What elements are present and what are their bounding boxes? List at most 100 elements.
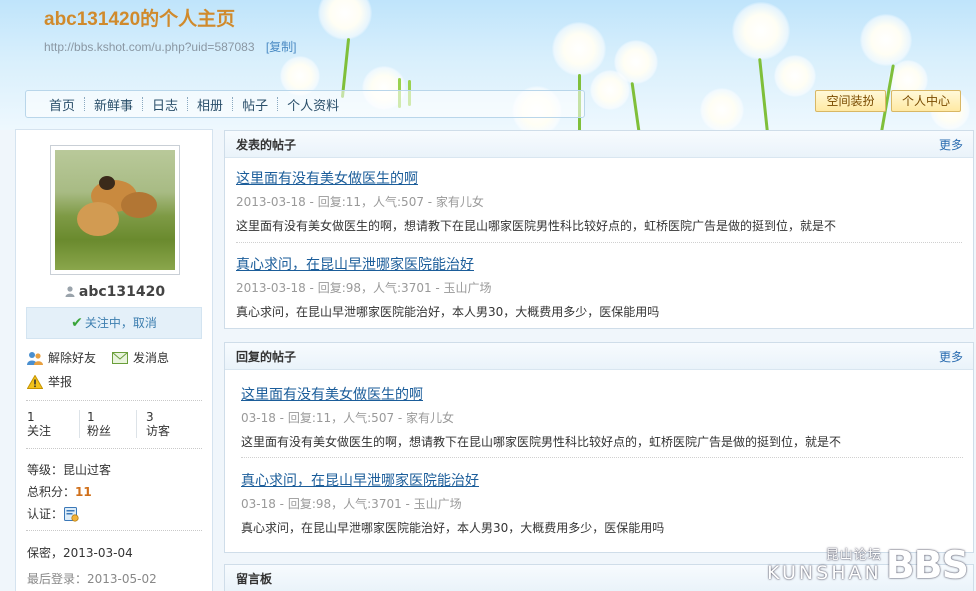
watermark-text: 昆山论坛 KUNSHAN bbox=[767, 544, 882, 583]
post-excerpt: 这里面有没有美女做医生的啊，想请教下在昆山哪家医院男性科比较好点的，虹桥医院广告… bbox=[236, 219, 837, 233]
panel-title: 留言板 bbox=[236, 571, 273, 586]
dandelion-decoration bbox=[774, 55, 816, 97]
divider bbox=[26, 530, 202, 531]
dandelion-decoration bbox=[590, 70, 630, 110]
username-text: abc131420 bbox=[78, 284, 166, 300]
stem-decoration bbox=[758, 58, 769, 130]
main-nav: 首页 新鲜事 日志 相册 帖子 个人资料 bbox=[25, 90, 585, 118]
verify-badge-icon[interactable] bbox=[63, 506, 79, 522]
stat-separator bbox=[136, 410, 137, 438]
stat-label: 关注 bbox=[27, 424, 52, 438]
unfriend-label: 解除好友 bbox=[48, 351, 97, 365]
stat-value: 1 bbox=[87, 410, 95, 424]
follow-status: 关注中 bbox=[84, 316, 121, 330]
panel-title: 回复的帖子 bbox=[236, 349, 297, 364]
level-value: 昆山过客 bbox=[63, 463, 112, 477]
post-meta: 03-18 - 回复:98，人气:3701 - 玉山广场 bbox=[241, 497, 462, 511]
divider bbox=[26, 400, 202, 401]
stat-value: 3 bbox=[146, 410, 154, 424]
nav-item-posts[interactable]: 帖子 bbox=[233, 95, 277, 114]
post-title-link[interactable]: 真心求问，在昆山早泄哪家医院能治好 bbox=[241, 470, 664, 490]
level-line: 等级：昆山过客 bbox=[27, 461, 111, 478]
divider bbox=[236, 242, 962, 243]
post-title-link[interactable]: 真心求问，在昆山早泄哪家医院能治好 bbox=[236, 254, 659, 274]
dandelion-decoration bbox=[700, 88, 744, 130]
send-message-action[interactable]: 发消息 bbox=[112, 349, 169, 366]
stat-separator bbox=[79, 410, 80, 438]
page-title: abc131420的个人主页 bbox=[44, 9, 236, 30]
warning-icon bbox=[27, 374, 43, 389]
nav-item-blog[interactable]: 日志 bbox=[143, 95, 187, 114]
homepage-url-text: http://bbs.kshot.com/u.php?uid=587083 bbox=[44, 40, 255, 54]
unfriend-action[interactable]: 解除好友 bbox=[27, 349, 96, 366]
report-label: 举报 bbox=[48, 375, 73, 389]
panel-title: 发表的帖子 bbox=[236, 137, 297, 152]
dandelion-decoration bbox=[318, 0, 372, 40]
follow-separator: ， bbox=[120, 316, 133, 330]
space-decorate-button[interactable]: 空间装扮 bbox=[815, 90, 886, 112]
dandelion-decoration bbox=[732, 2, 790, 60]
nav-item-profile[interactable]: 个人资料 bbox=[278, 95, 348, 114]
user-center-button[interactable]: 个人中心 bbox=[891, 90, 961, 112]
points-line: 总积分：11 bbox=[27, 483, 92, 500]
report-action[interactable]: 举报 bbox=[27, 373, 72, 390]
post-meta: 2013-03-18 - 回复:11，人气:507 - 家有儿女 bbox=[236, 195, 484, 209]
more-link[interactable]: 更多 bbox=[939, 348, 963, 365]
message-label: 发消息 bbox=[133, 351, 170, 365]
follow-status-box: ✔ 关注中，取消 bbox=[26, 307, 202, 339]
message-icon bbox=[112, 351, 128, 364]
watermark-bbs: BBS bbox=[885, 543, 969, 587]
post-title-link[interactable]: 这里面有没有美女做医生的啊 bbox=[241, 384, 841, 404]
last-login: 最后登录：2013-05-02 bbox=[27, 572, 157, 586]
level-label: 等级： bbox=[27, 463, 64, 477]
verify-line: 认证： bbox=[27, 505, 79, 522]
post-meta: 2013-03-18 - 回复:98，人气:3701 - 玉山广场 bbox=[236, 281, 492, 295]
verify-label: 认证： bbox=[27, 507, 64, 521]
stat-visitors[interactable]: 3 访客 bbox=[146, 410, 170, 438]
nav-item-news[interactable]: 新鲜事 bbox=[85, 95, 142, 114]
posted-threads-panel: 发表的帖子 更多 这里面有没有美女做医生的啊 2013-03-18 - 回复:1… bbox=[224, 130, 974, 329]
avatar-graphic bbox=[121, 192, 157, 218]
replied-threads-panel: 回复的帖子 更多 这里面有没有美女做医生的啊 03-18 - 回复:11，人气:… bbox=[224, 342, 974, 553]
copy-url-link[interactable]: [复制] bbox=[266, 40, 297, 54]
homepage-url: http://bbs.kshot.com/u.php?uid=587083 [复… bbox=[44, 38, 297, 55]
post-excerpt: 真心求问，在昆山早泄哪家医院能治好，本人男30，大概费用多少，医保能用吗 bbox=[236, 305, 660, 319]
points-value: 11 bbox=[75, 485, 92, 499]
post-item: 真心求问，在昆山早泄哪家医院能治好 03-18 - 回复:98，人气:3701 … bbox=[241, 470, 664, 536]
stem-decoration bbox=[630, 82, 641, 130]
panel-header: 发表的帖子 更多 bbox=[225, 131, 973, 158]
stat-fans[interactable]: 1 粉丝 bbox=[87, 410, 111, 438]
dandelion-decoration bbox=[552, 22, 606, 76]
divider bbox=[241, 457, 963, 458]
stat-value: 1 bbox=[27, 410, 35, 424]
stem-decoration bbox=[340, 38, 351, 98]
avatar-graphic bbox=[77, 202, 119, 236]
kunshan-bbs-watermark: 昆山论坛 KUNSHAN BBS bbox=[767, 543, 969, 587]
points-label: 总积分： bbox=[27, 485, 76, 499]
post-meta: 03-18 - 回复:11，人气:507 - 家有儿女 bbox=[241, 411, 455, 425]
check-icon: ✔ bbox=[71, 315, 83, 331]
divider bbox=[26, 448, 202, 449]
stat-label: 粉丝 bbox=[87, 424, 112, 438]
unfollow-link[interactable]: 取消 bbox=[133, 316, 157, 330]
friends-icon bbox=[27, 351, 43, 365]
nav-item-home[interactable]: 首页 bbox=[40, 95, 84, 114]
panel-header: 回复的帖子 更多 bbox=[225, 343, 973, 370]
user-icon bbox=[65, 286, 75, 297]
post-excerpt: 这里面有没有美女做医生的啊，想请教下在昆山哪家医院男性科比较好点的，虹桥医院广告… bbox=[241, 435, 842, 449]
post-excerpt: 真心求问，在昆山早泄哪家医院能治好，本人男30，大概费用多少，医保能用吗 bbox=[241, 521, 665, 535]
more-link[interactable]: 更多 bbox=[939, 136, 963, 153]
stat-label: 访客 bbox=[146, 424, 171, 438]
watermark-en: KUNSHAN bbox=[767, 562, 882, 584]
username: abc131420 bbox=[16, 284, 214, 300]
stat-following[interactable]: 1 关注 bbox=[27, 410, 51, 438]
post-item: 这里面有没有美女做医生的啊 2013-03-18 - 回复:11，人气:507 … bbox=[236, 168, 836, 234]
dandelion-decoration bbox=[860, 14, 912, 66]
avatar[interactable] bbox=[55, 150, 175, 270]
watermark-cn: 昆山论坛 bbox=[825, 548, 882, 563]
avatar-graphic bbox=[99, 176, 115, 190]
post-title-link[interactable]: 这里面有没有美女做医生的啊 bbox=[236, 168, 836, 188]
gender-birthday: 保密，2013-03-04 bbox=[27, 546, 133, 560]
profile-sidebar: abc131420 ✔关注中，取消 解除好友 发消息 举报 1 关注 1 粉丝 bbox=[15, 129, 213, 591]
nav-item-album[interactable]: 相册 bbox=[188, 95, 232, 114]
